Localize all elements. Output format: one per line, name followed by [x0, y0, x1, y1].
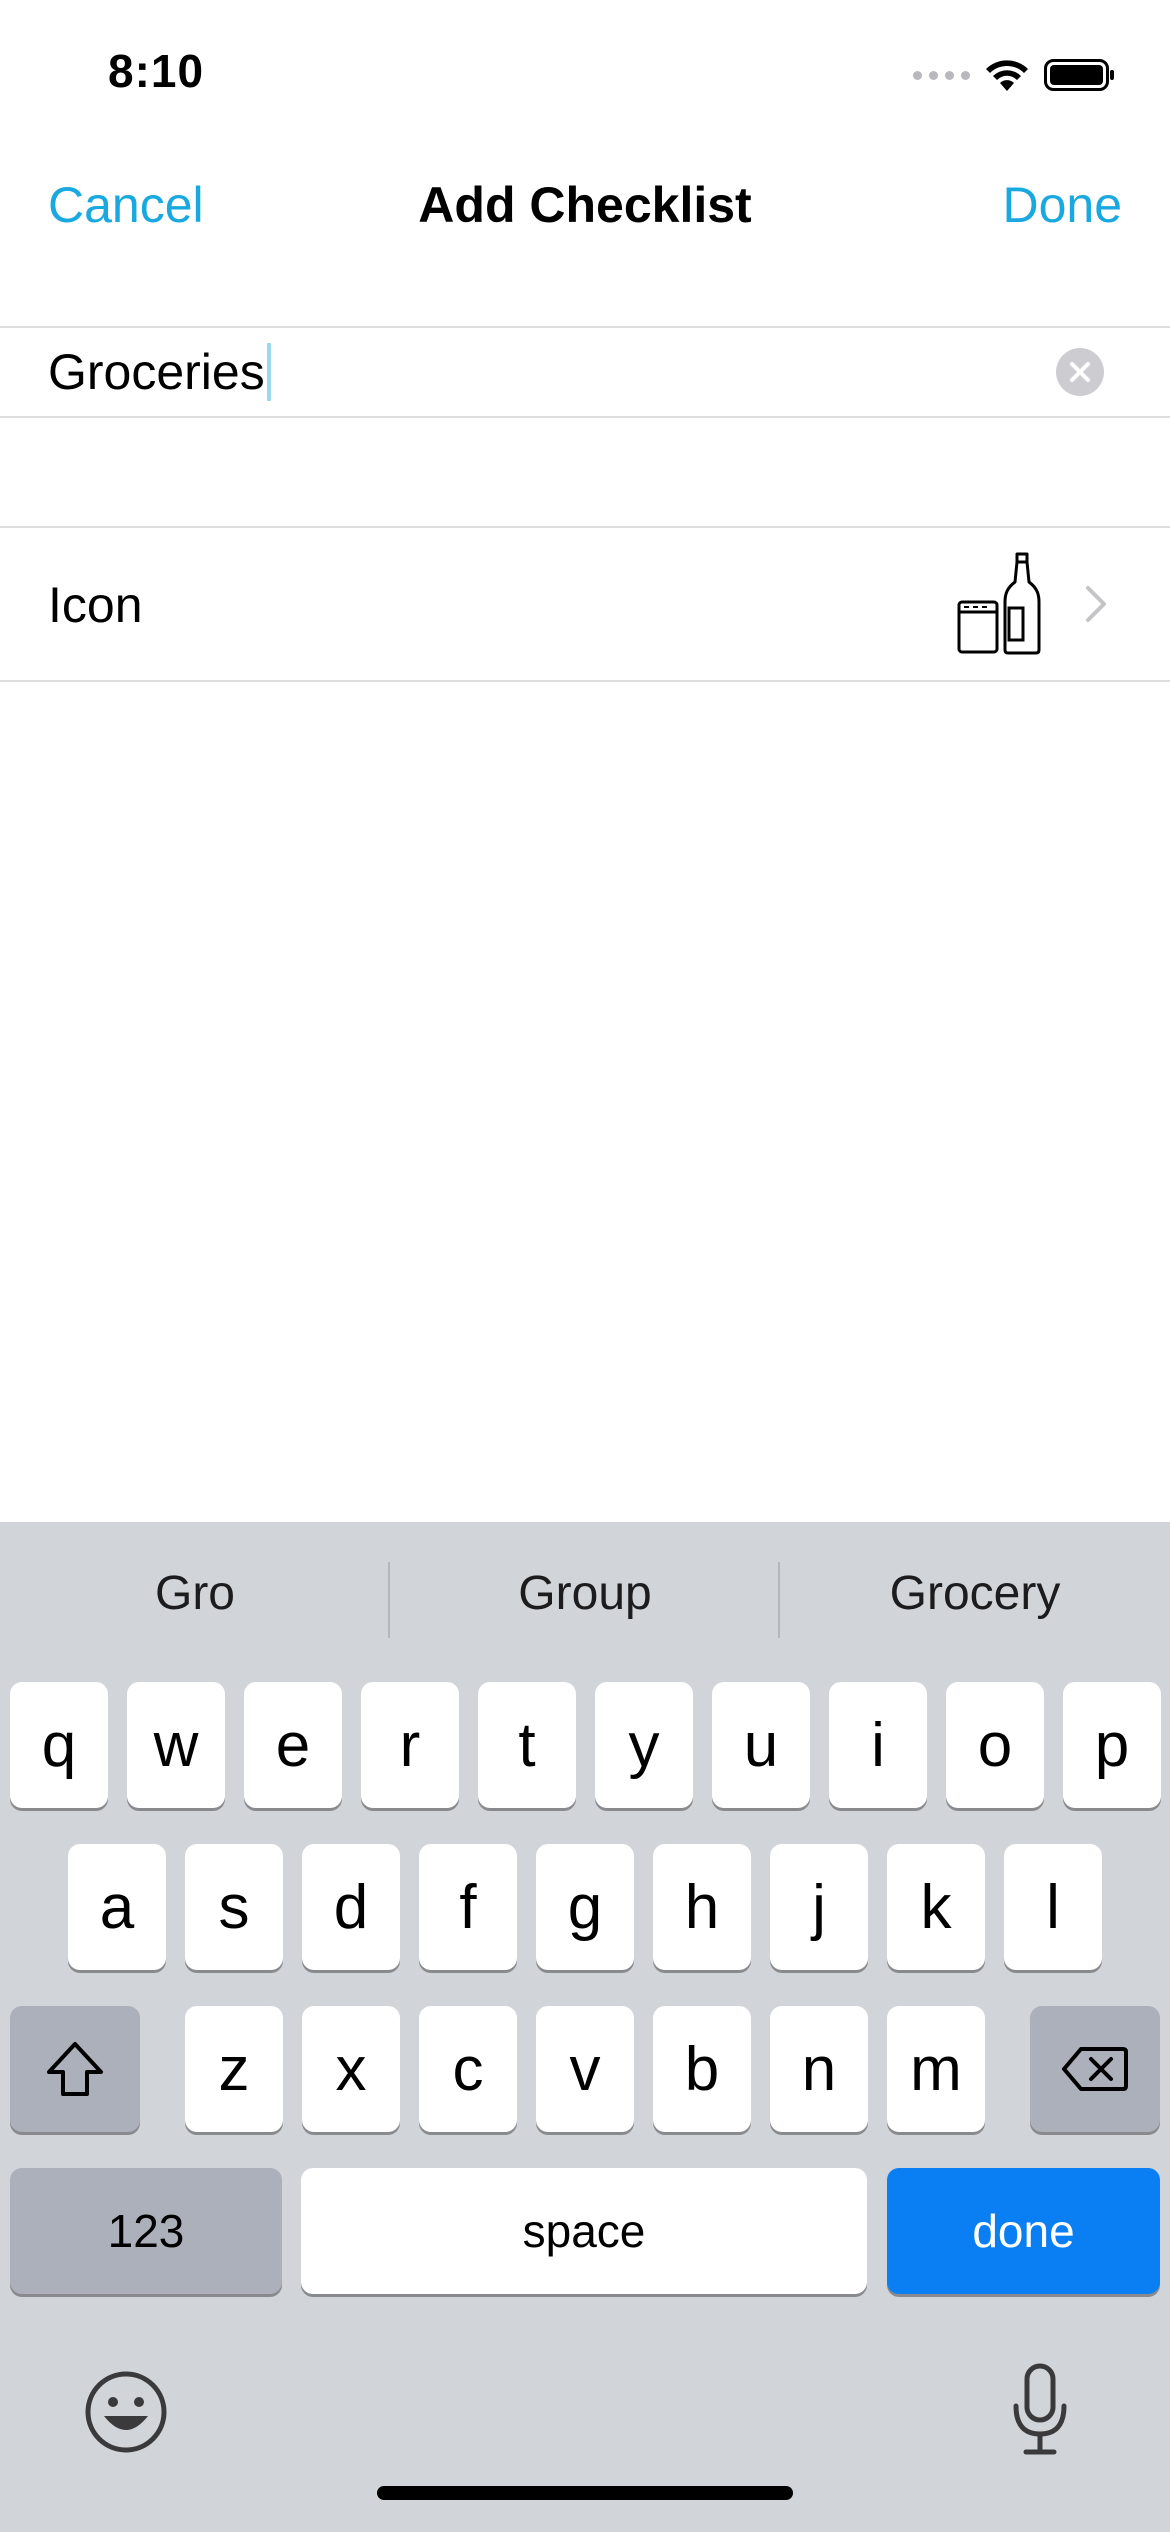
- key-p[interactable]: p: [1063, 1682, 1161, 1808]
- key-y[interactable]: y: [595, 1682, 693, 1808]
- key-e[interactable]: e: [244, 1682, 342, 1808]
- key-h[interactable]: h: [653, 1844, 751, 1970]
- wifi-icon: [986, 60, 1028, 91]
- cellular-signal-icon: [913, 70, 970, 80]
- icon-row-label: Icon: [48, 577, 143, 633]
- key-t[interactable]: t: [478, 1682, 576, 1808]
- keyboard: Gro Group Grocery q w e r t y u i o p a …: [0, 1522, 1170, 2532]
- key-b[interactable]: b: [653, 2006, 751, 2132]
- key-z[interactable]: z: [185, 2006, 283, 2132]
- suggestion-item[interactable]: Grocery: [780, 1566, 1170, 1621]
- chevron-right-icon: [1086, 586, 1106, 622]
- key-l[interactable]: l: [1004, 1844, 1102, 1970]
- key-c[interactable]: c: [419, 2006, 517, 2132]
- suggestion-item[interactable]: Group: [390, 1566, 780, 1621]
- checklist-name-input[interactable]: Groceries: [48, 343, 271, 401]
- key-f[interactable]: f: [419, 1844, 517, 1970]
- key-r[interactable]: r: [361, 1682, 459, 1808]
- key-m[interactable]: m: [887, 2006, 985, 2132]
- done-button[interactable]: Done: [1002, 176, 1122, 234]
- clear-text-button[interactable]: [1056, 348, 1104, 396]
- divider: [0, 680, 1170, 682]
- navigation-bar: Cancel Add Checklist Done: [0, 150, 1170, 260]
- backspace-icon: [1062, 2047, 1128, 2091]
- key-i[interactable]: i: [829, 1682, 927, 1808]
- home-indicator[interactable]: [377, 2486, 793, 2500]
- emoji-icon[interactable]: [84, 2370, 168, 2454]
- checklist-name-row[interactable]: Groceries: [0, 328, 1170, 416]
- text-caret: [266, 343, 271, 401]
- backspace-key[interactable]: [1030, 2006, 1160, 2132]
- status-time: 8:10: [108, 45, 205, 97]
- divider: [0, 416, 1170, 418]
- keyboard-done-key[interactable]: done: [887, 2168, 1160, 2294]
- icon-selector-row[interactable]: Icon: [0, 528, 1170, 680]
- key-j[interactable]: j: [770, 1844, 868, 1970]
- key-n[interactable]: n: [770, 2006, 868, 2132]
- key-a[interactable]: a: [68, 1844, 166, 1970]
- space-key[interactable]: space: [301, 2168, 867, 2294]
- key-u[interactable]: u: [712, 1682, 810, 1808]
- suggestion-item[interactable]: Gro: [0, 1566, 390, 1621]
- key-x[interactable]: x: [302, 2006, 400, 2132]
- key-g[interactable]: g: [536, 1844, 634, 1970]
- key-v[interactable]: v: [536, 2006, 634, 2132]
- clear-x-icon: [1070, 362, 1090, 382]
- battery-icon: [1044, 59, 1114, 91]
- groceries-jar-bottle-icon: [957, 552, 1041, 655]
- numbers-key[interactable]: 123: [10, 2168, 282, 2294]
- shift-key[interactable]: [10, 2006, 140, 2132]
- key-d[interactable]: d: [302, 1844, 400, 1970]
- shift-arrow-icon: [47, 2042, 103, 2096]
- key-w[interactable]: w: [127, 1682, 225, 1808]
- predictive-suggestions-bar: Gro Group Grocery: [0, 1522, 1170, 1677]
- checklist-name-value: Groceries: [48, 344, 265, 400]
- page-title: Add Checklist: [418, 177, 752, 233]
- key-q[interactable]: q: [10, 1682, 108, 1808]
- status-bar: 8:10: [0, 0, 1170, 140]
- microphone-icon[interactable]: [1010, 2362, 1070, 2458]
- status-icons: [913, 52, 1116, 98]
- key-k[interactable]: k: [887, 1844, 985, 1970]
- key-s[interactable]: s: [185, 1844, 283, 1970]
- key-o[interactable]: o: [946, 1682, 1044, 1808]
